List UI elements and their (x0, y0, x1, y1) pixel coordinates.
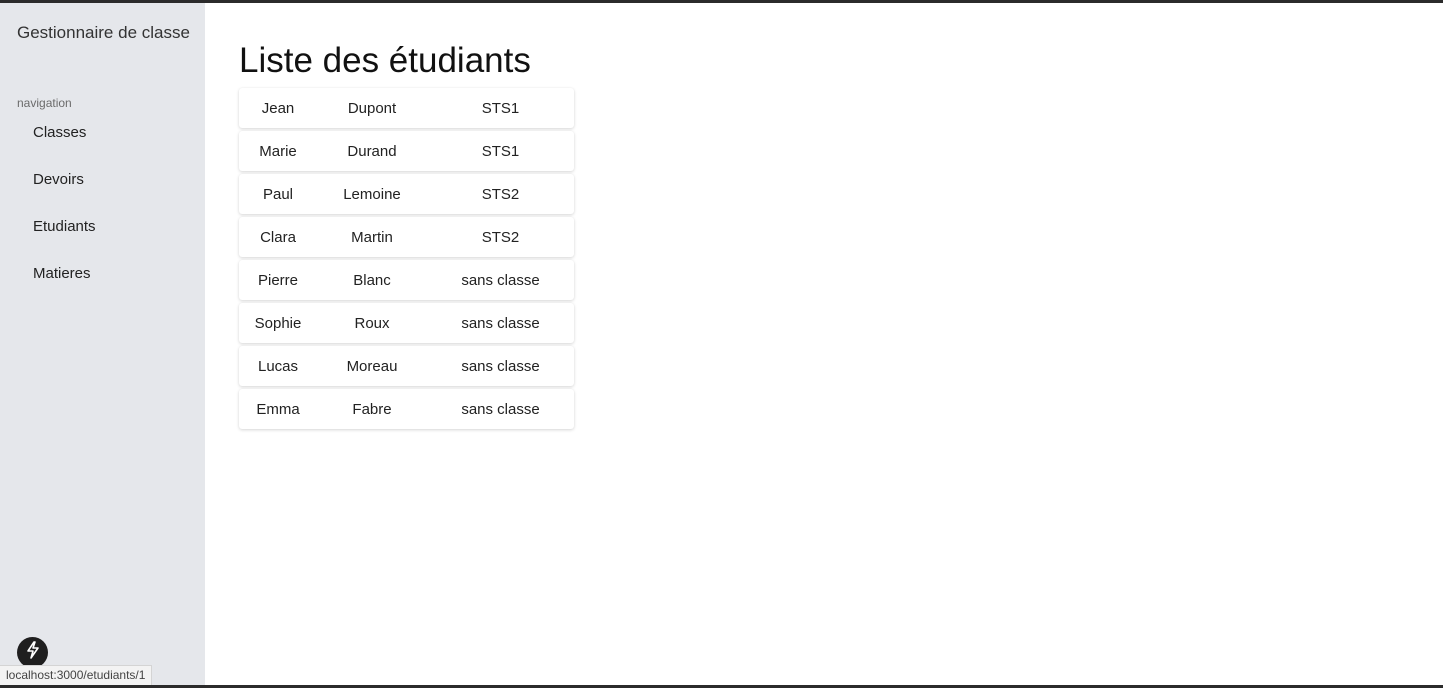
student-row[interactable]: Emma Fabre sans classe (239, 389, 574, 429)
student-class: sans classe (461, 357, 540, 375)
student-row[interactable]: Sophie Roux sans classe (239, 303, 574, 343)
student-list: Jean Dupont STS1 Marie Durand STS1 Paul … (239, 88, 574, 432)
student-last-name: Fabre (352, 400, 392, 418)
student-row[interactable]: Lucas Moreau sans classe (239, 346, 574, 386)
student-last-name: Roux (354, 314, 390, 332)
student-first-name: Lucas (257, 357, 299, 375)
browser-viewport: Gestionnaire de classe navigation Classe… (0, 3, 1443, 685)
student-last-name: Dupont (347, 99, 397, 117)
student-first-name: Marie (259, 142, 297, 160)
student-row[interactable]: Marie Durand STS1 (239, 131, 574, 171)
student-row[interactable]: Clara Martin STS2 (239, 217, 574, 257)
student-row[interactable]: Pierre Blanc sans classe (239, 260, 574, 300)
app-title: Gestionnaire de classe (17, 23, 190, 42)
nav-heading: navigation (17, 96, 72, 110)
student-class: sans classe (461, 314, 540, 332)
student-first-name: Sophie (254, 314, 302, 332)
sidebar-item-matieres[interactable]: Matieres (0, 261, 205, 308)
main-content: Liste des étudiants Jean Dupont STS1 Mar… (205, 3, 1443, 685)
student-row[interactable]: Paul Lemoine STS2 (239, 174, 574, 214)
student-last-name: Durand (347, 142, 397, 160)
student-class: sans classe (461, 271, 540, 289)
student-class: STS1 (481, 142, 520, 160)
student-first-name: Emma (256, 400, 300, 418)
student-last-name: Blanc (353, 271, 391, 289)
student-last-name: Martin (351, 228, 393, 246)
student-row[interactable]: Jean Dupont STS1 (239, 88, 574, 128)
student-first-name: Clara (260, 228, 296, 246)
sidebar-item-etudiants[interactable]: Etudiants (0, 214, 205, 261)
sidebar: Gestionnaire de classe navigation Classe… (0, 3, 205, 685)
student-last-name: Lemoine (343, 185, 401, 203)
sidebar-item-classes[interactable]: Classes (0, 120, 205, 167)
student-first-name: Pierre (257, 271, 298, 289)
sidebar-nav: Classes Devoirs Etudiants Matieres (0, 120, 205, 308)
sidebar-item-devoirs[interactable]: Devoirs (0, 167, 205, 214)
dev-indicator-button[interactable] (17, 637, 48, 668)
page-title: Liste des étudiants (239, 41, 531, 80)
student-class: sans classe (461, 400, 540, 418)
student-class: STS1 (481, 99, 520, 117)
student-first-name: Paul (262, 185, 294, 203)
student-class: STS2 (481, 228, 520, 246)
status-bar-url: localhost:3000/etudiants/1 (0, 665, 153, 685)
student-first-name: Jean (261, 99, 295, 117)
student-last-name: Moreau (346, 357, 398, 375)
student-class: STS2 (481, 185, 520, 203)
lightning-bolt-icon (25, 641, 41, 664)
